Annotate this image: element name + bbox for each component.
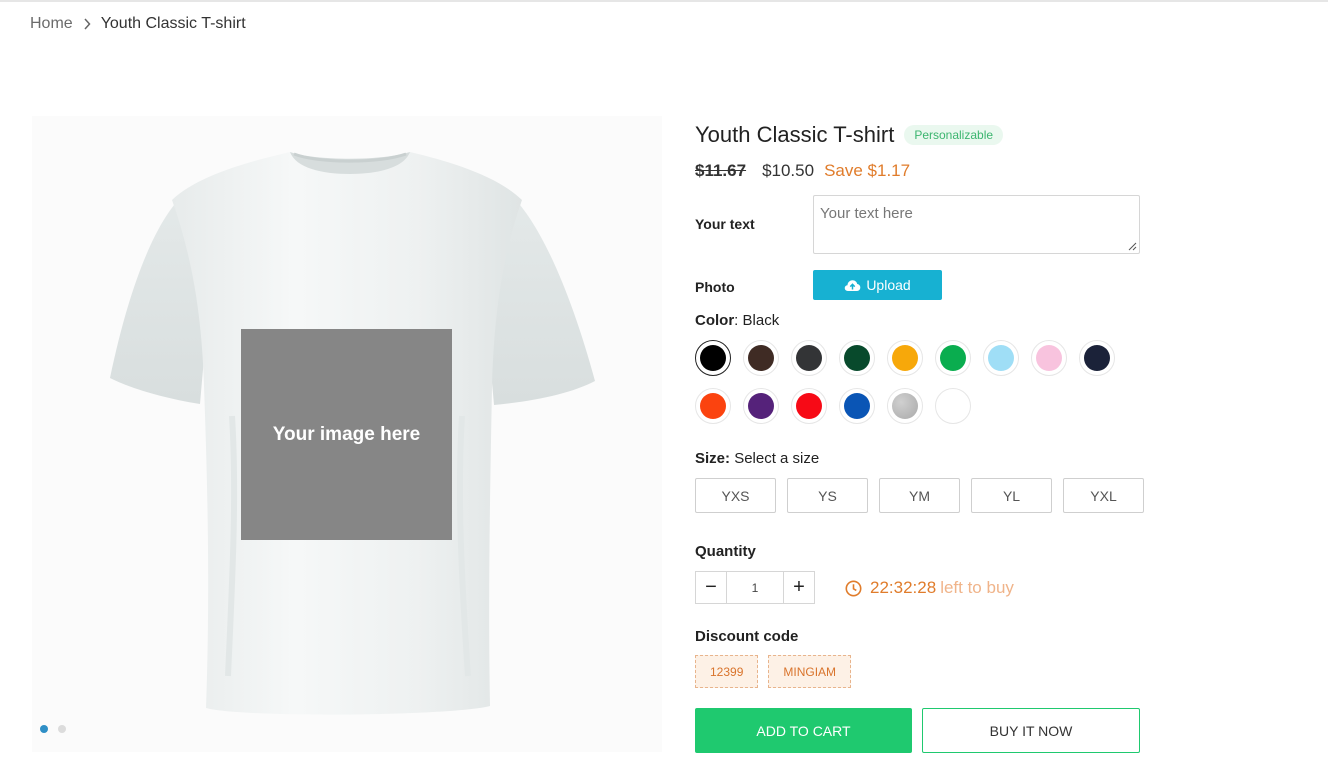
upload-button[interactable]: Upload (813, 270, 942, 300)
color-swatch-royal-blue[interactable] (839, 388, 875, 424)
color-swatch-brown[interactable] (743, 340, 779, 376)
quantity-increase-button[interactable]: + (784, 572, 814, 603)
countdown-time: 22:32:28 (870, 578, 937, 597)
color-swatch-fill (748, 393, 774, 419)
color-swatch-red[interactable] (791, 388, 827, 424)
size-option-yl[interactable]: YL (971, 478, 1052, 513)
color-label-title: Color (695, 312, 735, 329)
selected-color-name: Black (742, 312, 780, 329)
cloud-upload-icon (845, 279, 861, 291)
color-swatch-fill (844, 345, 870, 371)
size-label: Size: Select a size (695, 450, 819, 467)
color-swatch-fill (700, 345, 726, 371)
color-swatch-fill (700, 393, 726, 419)
current-price: $10.50 (762, 161, 815, 180)
color-swatch-fill (1084, 345, 1110, 371)
personalizable-badge: Personalizable (904, 125, 1004, 145)
price-row: $11.67 $10.50 Save $1.17 (695, 161, 910, 181)
photo-label: Photo (695, 279, 735, 295)
size-option-yxl[interactable]: YXL (1063, 478, 1144, 513)
discount-codes: 12399 MINGIAM (695, 655, 852, 688)
color-swatch-navy[interactable] (1079, 340, 1115, 376)
color-swatch-fill (1036, 345, 1062, 371)
breadcrumb-home-link[interactable]: Home (30, 15, 73, 33)
quantity-decrease-button[interactable]: − (696, 572, 726, 603)
image-placeholder[interactable]: Your image here (241, 329, 452, 540)
color-swatch-forest-green[interactable] (839, 340, 875, 376)
color-swatch-fill (796, 393, 822, 419)
countdown-timer: 22:32:28 left to buy (845, 578, 1014, 598)
quantity-stepper: − + (695, 571, 815, 604)
color-swatch-gold[interactable] (887, 340, 923, 376)
discount-code-label: Discount code (695, 628, 799, 645)
color-swatch-green[interactable] (935, 340, 971, 376)
color-swatch-light-pink[interactable] (1031, 340, 1067, 376)
chevron-right-icon (83, 18, 91, 30)
old-price: $11.67 (695, 161, 747, 180)
product-image-gallery[interactable]: Your image here (32, 116, 662, 752)
discount-code-chip[interactable]: 12399 (695, 655, 759, 688)
size-option-ys[interactable]: YS (787, 478, 868, 513)
color-swatch-fill (892, 345, 918, 371)
size-options: YXS YS YM YL YXL (695, 478, 1144, 513)
color-swatch-fill (844, 393, 870, 419)
color-swatch-purple[interactable] (743, 388, 779, 424)
carousel-dot-1[interactable] (40, 725, 48, 733)
buy-it-now-button[interactable]: BUY IT NOW (922, 708, 1140, 753)
color-swatch-sport-grey[interactable] (887, 388, 923, 424)
color-swatch-white[interactable] (935, 388, 971, 424)
color-swatch-fill (940, 393, 966, 419)
savings-text: Save $1.17 (824, 161, 911, 180)
size-option-yxs[interactable]: YXS (695, 478, 776, 513)
color-swatch-fill (940, 345, 966, 371)
top-divider (0, 0, 1328, 2)
color-swatch-fill (796, 345, 822, 371)
clock-icon (845, 580, 862, 596)
quantity-label: Quantity (695, 543, 756, 560)
discount-code-chip[interactable]: MINGIAM (768, 655, 852, 688)
breadcrumb: Home Youth Classic T-shirt (30, 15, 246, 33)
countdown-suffix: left to buy (940, 578, 1014, 597)
breadcrumb-current: Youth Classic T-shirt (100, 15, 246, 32)
color-swatch-fill (748, 345, 774, 371)
resize-grip-icon[interactable] (1128, 242, 1137, 251)
image-placeholder-text: Your image here (272, 423, 421, 445)
quantity-input[interactable] (726, 572, 784, 603)
upload-button-label: Upload (866, 277, 911, 293)
carousel-dots (40, 725, 66, 733)
carousel-dot-2[interactable] (58, 725, 66, 733)
size-hint: Select a size (734, 450, 820, 467)
color-swatch-fill (892, 393, 918, 419)
color-swatch-light-blue[interactable] (983, 340, 1019, 376)
title-row: Youth Classic T-shirt Personalizable (695, 118, 1145, 152)
color-swatch-black[interactable] (695, 340, 731, 376)
add-to-cart-button[interactable]: ADD TO CART (695, 708, 912, 753)
color-swatch-dark-gray[interactable] (791, 340, 827, 376)
your-text-input[interactable] (813, 195, 1140, 254)
color-swatch-orange[interactable] (695, 388, 731, 424)
your-text-label: Your text (695, 216, 755, 232)
size-option-ym[interactable]: YM (879, 478, 960, 513)
product-details-panel: Youth Classic T-shirt Personalizable $11… (695, 118, 1145, 753)
size-label-title: Size: (695, 450, 731, 467)
color-swatch-fill (988, 345, 1014, 371)
color-label: Color: Black (695, 312, 779, 329)
product-title: Youth Classic T-shirt (695, 122, 895, 147)
color-label-colon: : (734, 312, 743, 329)
